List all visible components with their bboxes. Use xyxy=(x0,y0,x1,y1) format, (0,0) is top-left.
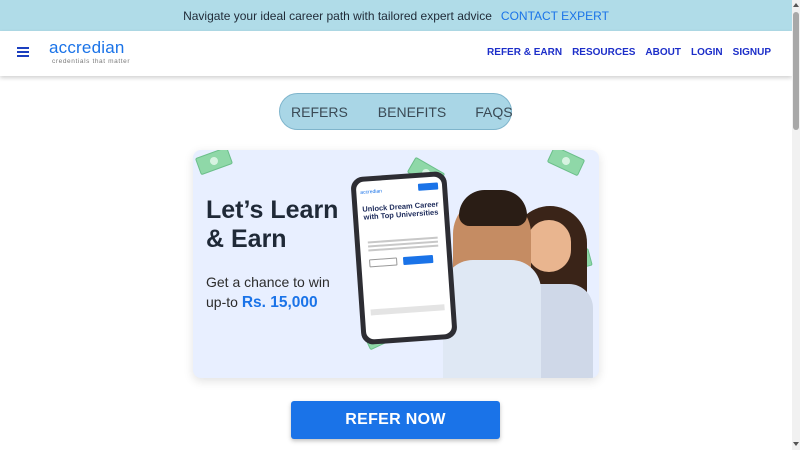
nav-about[interactable]: ABOUT xyxy=(645,47,681,58)
nav-login[interactable]: LOGIN xyxy=(691,47,723,58)
man-figure xyxy=(443,190,541,378)
scroll-up-arrow-icon[interactable] xyxy=(793,3,799,7)
money-note-icon xyxy=(194,150,234,176)
hero-people-image xyxy=(443,160,599,378)
navbar: accredian credentials that matter REFER … xyxy=(0,31,792,76)
phone-logo: accredian xyxy=(360,188,383,196)
phone-screen: accredian Unlock Dream Career with Top U… xyxy=(355,176,453,340)
phone-primary-button xyxy=(402,254,434,266)
banner-subline: Get a chance to win up-to Rs. 15,000 xyxy=(206,272,330,313)
nav-links: REFER & EARN RESOURCES ABOUT LOGIN SIGNU… xyxy=(487,47,771,58)
banner-headline: Let’s Learn & Earn xyxy=(206,196,338,254)
phone-secondary-button xyxy=(369,257,398,268)
hamburger-menu-icon[interactable] xyxy=(17,47,29,57)
headline-line-1: Let’s Learn xyxy=(206,196,339,224)
subline-prefix: up-to xyxy=(206,294,238,310)
tab-refers[interactable]: REFERS xyxy=(291,104,348,120)
announcement-bar: Navigate your ideal career path with tai… xyxy=(0,0,792,31)
phone-text-lines xyxy=(367,236,439,254)
phone-partner-logos xyxy=(370,304,445,316)
hero-banner: Let’s Learn & Earn Get a chance to win u… xyxy=(193,150,599,378)
phone-mockup: accredian Unlock Dream Career with Top U… xyxy=(350,170,458,346)
headline-line-2: & Earn xyxy=(206,225,287,253)
nav-resources[interactable]: RESOURCES xyxy=(572,47,635,58)
logo-name: accredian xyxy=(49,38,125,57)
logo[interactable]: accredian credentials that matter xyxy=(49,38,131,66)
subline-line-1: Get a chance to win xyxy=(206,274,330,290)
scrollbar[interactable] xyxy=(792,0,800,450)
nav-refer-earn[interactable]: REFER & EARN xyxy=(487,47,562,58)
tab-faqs[interactable]: FAQS xyxy=(475,104,512,120)
logo-tagline: credentials that matter xyxy=(52,58,131,65)
subline-line-2: up-to Rs. 15,000 xyxy=(206,292,330,313)
announcement-text: Navigate your ideal career path with tai… xyxy=(183,8,492,23)
contact-expert-link[interactable]: CONTACT EXPERT xyxy=(501,9,609,23)
nav-signup[interactable]: SIGNUP xyxy=(733,47,771,58)
scroll-down-arrow-icon[interactable] xyxy=(793,442,799,446)
scrollbar-thumb[interactable] xyxy=(793,12,799,130)
phone-button xyxy=(417,182,439,191)
refer-now-button[interactable]: REFER NOW xyxy=(291,401,500,439)
section-tabs: REFERS BENEFITS FAQS xyxy=(279,93,513,130)
tab-benefits[interactable]: BENEFITS xyxy=(378,104,446,120)
phone-title: Unlock Dream Career with Top Universitie… xyxy=(362,199,439,222)
reward-amount: Rs. 15,000 xyxy=(241,294,318,311)
